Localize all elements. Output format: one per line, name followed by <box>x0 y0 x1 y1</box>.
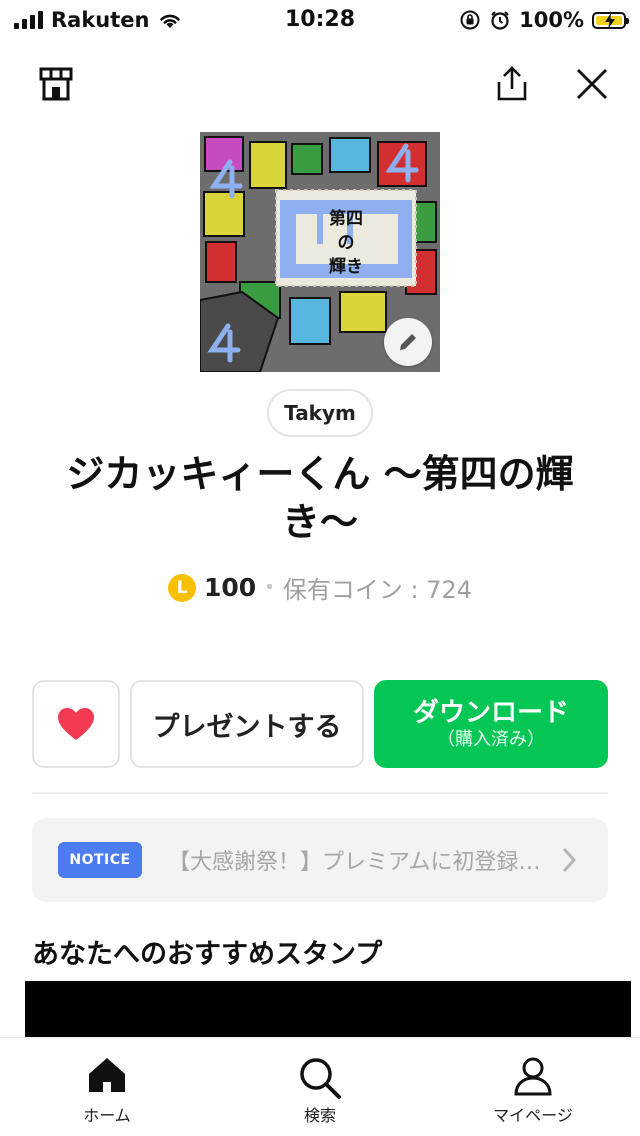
pencil-icon <box>400 334 416 350</box>
chevron-right-icon <box>562 847 577 873</box>
top-bar <box>0 48 640 120</box>
download-status: （購入済み） <box>437 729 545 750</box>
share-icon <box>497 66 527 101</box>
download-label: ダウンロード <box>412 698 569 728</box>
recommend-title: あなたへのおすすめスタンプ <box>32 939 383 970</box>
search-icon <box>300 1058 341 1099</box>
tab-search[interactable]: 検索 <box>240 1038 400 1136</box>
battery-icon <box>592 11 629 29</box>
tab-home-label: ホーム <box>83 1106 131 1125</box>
battery-percent: 100% <box>519 8 584 32</box>
notice-text: 【大感謝祭！】プレミアムに初登録… <box>168 850 541 875</box>
like-button[interactable] <box>32 680 120 768</box>
price-row: L 100 • 保有コイン : 724 <box>0 570 640 605</box>
edit-button[interactable] <box>384 318 432 366</box>
sticker-title: ジカッキィーくん 〜第四の輝き〜 <box>66 452 574 544</box>
status-bar: Rakuten 10:28 100% <box>0 0 640 40</box>
svg-text:第四: 第四 <box>329 208 363 229</box>
separator-dot: • <box>264 577 275 598</box>
tab-bar: ホーム 検索 マイページ <box>0 1038 640 1136</box>
share-button[interactable] <box>490 62 534 106</box>
heart-icon <box>58 708 94 740</box>
svg-text:輝き: 輝き <box>329 257 363 277</box>
close-icon <box>577 69 607 99</box>
tab-search-label: 検索 <box>303 1106 336 1125</box>
person-icon <box>514 1057 552 1096</box>
shop-icon <box>39 67 73 101</box>
rotation-lock-icon <box>460 10 480 30</box>
divider <box>32 792 608 794</box>
alarm-icon <box>491 11 509 30</box>
sticker-main-image[interactable]: 第四 の 輝き <box>200 132 440 372</box>
tab-mypage-label: マイページ <box>493 1106 573 1125</box>
notice-banner[interactable]: NOTICE 【大感謝祭！】プレミアムに初登録… <box>32 818 608 902</box>
author-button[interactable]: Takym <box>267 389 373 437</box>
tab-home[interactable]: ホーム <box>27 1038 187 1136</box>
present-button[interactable]: プレゼントする <box>130 680 364 768</box>
download-button[interactable]: ダウンロード （購入済み） <box>374 680 608 768</box>
coin-icon: L <box>168 573 197 602</box>
svg-text:の: の <box>338 233 355 253</box>
notice-tag: NOTICE <box>58 842 142 878</box>
tab-mypage[interactable]: マイページ <box>453 1038 613 1136</box>
status-right: 100% <box>459 8 629 32</box>
close-button[interactable] <box>570 62 614 106</box>
price-value: 100 <box>204 573 257 602</box>
home-icon <box>89 1058 125 1092</box>
shop-button[interactable] <box>34 62 78 106</box>
charging-bolt-icon <box>605 12 615 29</box>
owned-coins: 保有コイン : 724 <box>282 576 472 604</box>
